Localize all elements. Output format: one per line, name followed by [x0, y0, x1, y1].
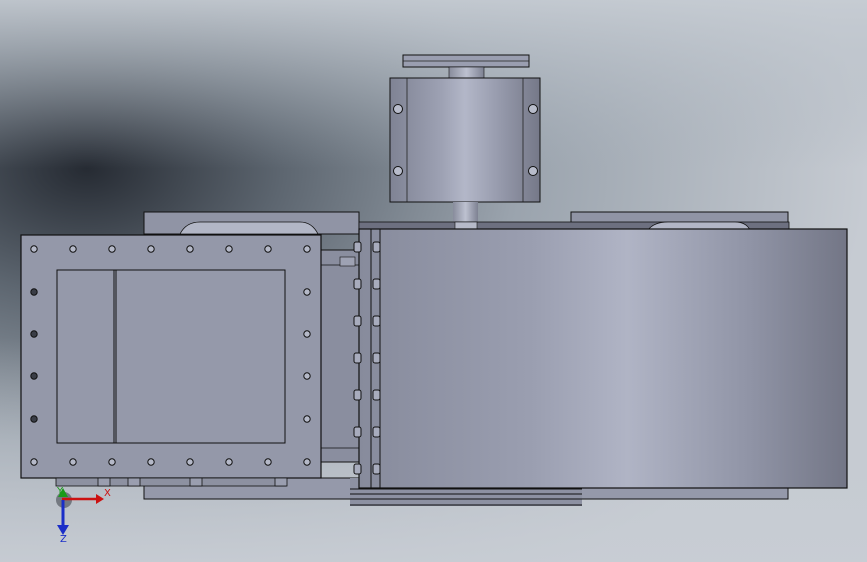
- flange-bolt-icon: [353, 352, 362, 364]
- bolt-icon: [393, 166, 403, 176]
- flange-bolt-icon: [372, 463, 381, 475]
- bolt-hole-icon: [303, 245, 311, 253]
- axis-z-label: Z: [60, 534, 67, 545]
- bolt-hole-icon: [303, 330, 311, 338]
- flange-bolt-icon: [372, 241, 381, 253]
- bolt-icon: [528, 104, 538, 114]
- bolt-hole-icon: [264, 245, 272, 253]
- flange-bolt-icon: [353, 463, 362, 475]
- flange-bolt-icon: [353, 278, 362, 290]
- flange-bolt-icon: [372, 278, 381, 290]
- flange-bolt-icon: [353, 315, 362, 327]
- bolt-hole-icon: [186, 245, 194, 253]
- bolt-hole-icon: [303, 288, 311, 296]
- bolt-icon: [393, 104, 403, 114]
- bolt-hole-icon: [264, 458, 272, 466]
- axis-y-label: Y: [56, 486, 64, 497]
- bolt-hole-icon: [225, 245, 233, 253]
- fan-drum: [358, 228, 848, 489]
- bolt-hole-icon: [303, 458, 311, 466]
- flange-bolt-icon: [353, 389, 362, 401]
- cad-viewport[interactable]: X Y Z: [0, 0, 867, 562]
- orientation-triad[interactable]: X Y Z: [0, 0, 130, 562]
- bolt-hole-icon: [147, 245, 155, 253]
- bolt-hole-icon: [303, 372, 311, 380]
- bolt-hole-icon: [147, 458, 155, 466]
- bolt-hole-icon: [186, 458, 194, 466]
- top-neck: [448, 66, 485, 80]
- flange-bolt-icon: [353, 241, 362, 253]
- axis-x-label: X: [104, 488, 111, 499]
- flange-bolt-icon: [372, 389, 381, 401]
- flange-bolt-icon: [372, 352, 381, 364]
- flange-bolt-icon: [353, 426, 362, 438]
- flange-bolt-icon: [372, 426, 381, 438]
- bolt-hole-icon: [225, 458, 233, 466]
- flange-bolt-icon: [372, 315, 381, 327]
- motor-housing: [389, 77, 541, 203]
- bolt-icon: [528, 166, 538, 176]
- assembly-model[interactable]: [0, 0, 867, 562]
- bolt-hole-icon: [303, 415, 311, 423]
